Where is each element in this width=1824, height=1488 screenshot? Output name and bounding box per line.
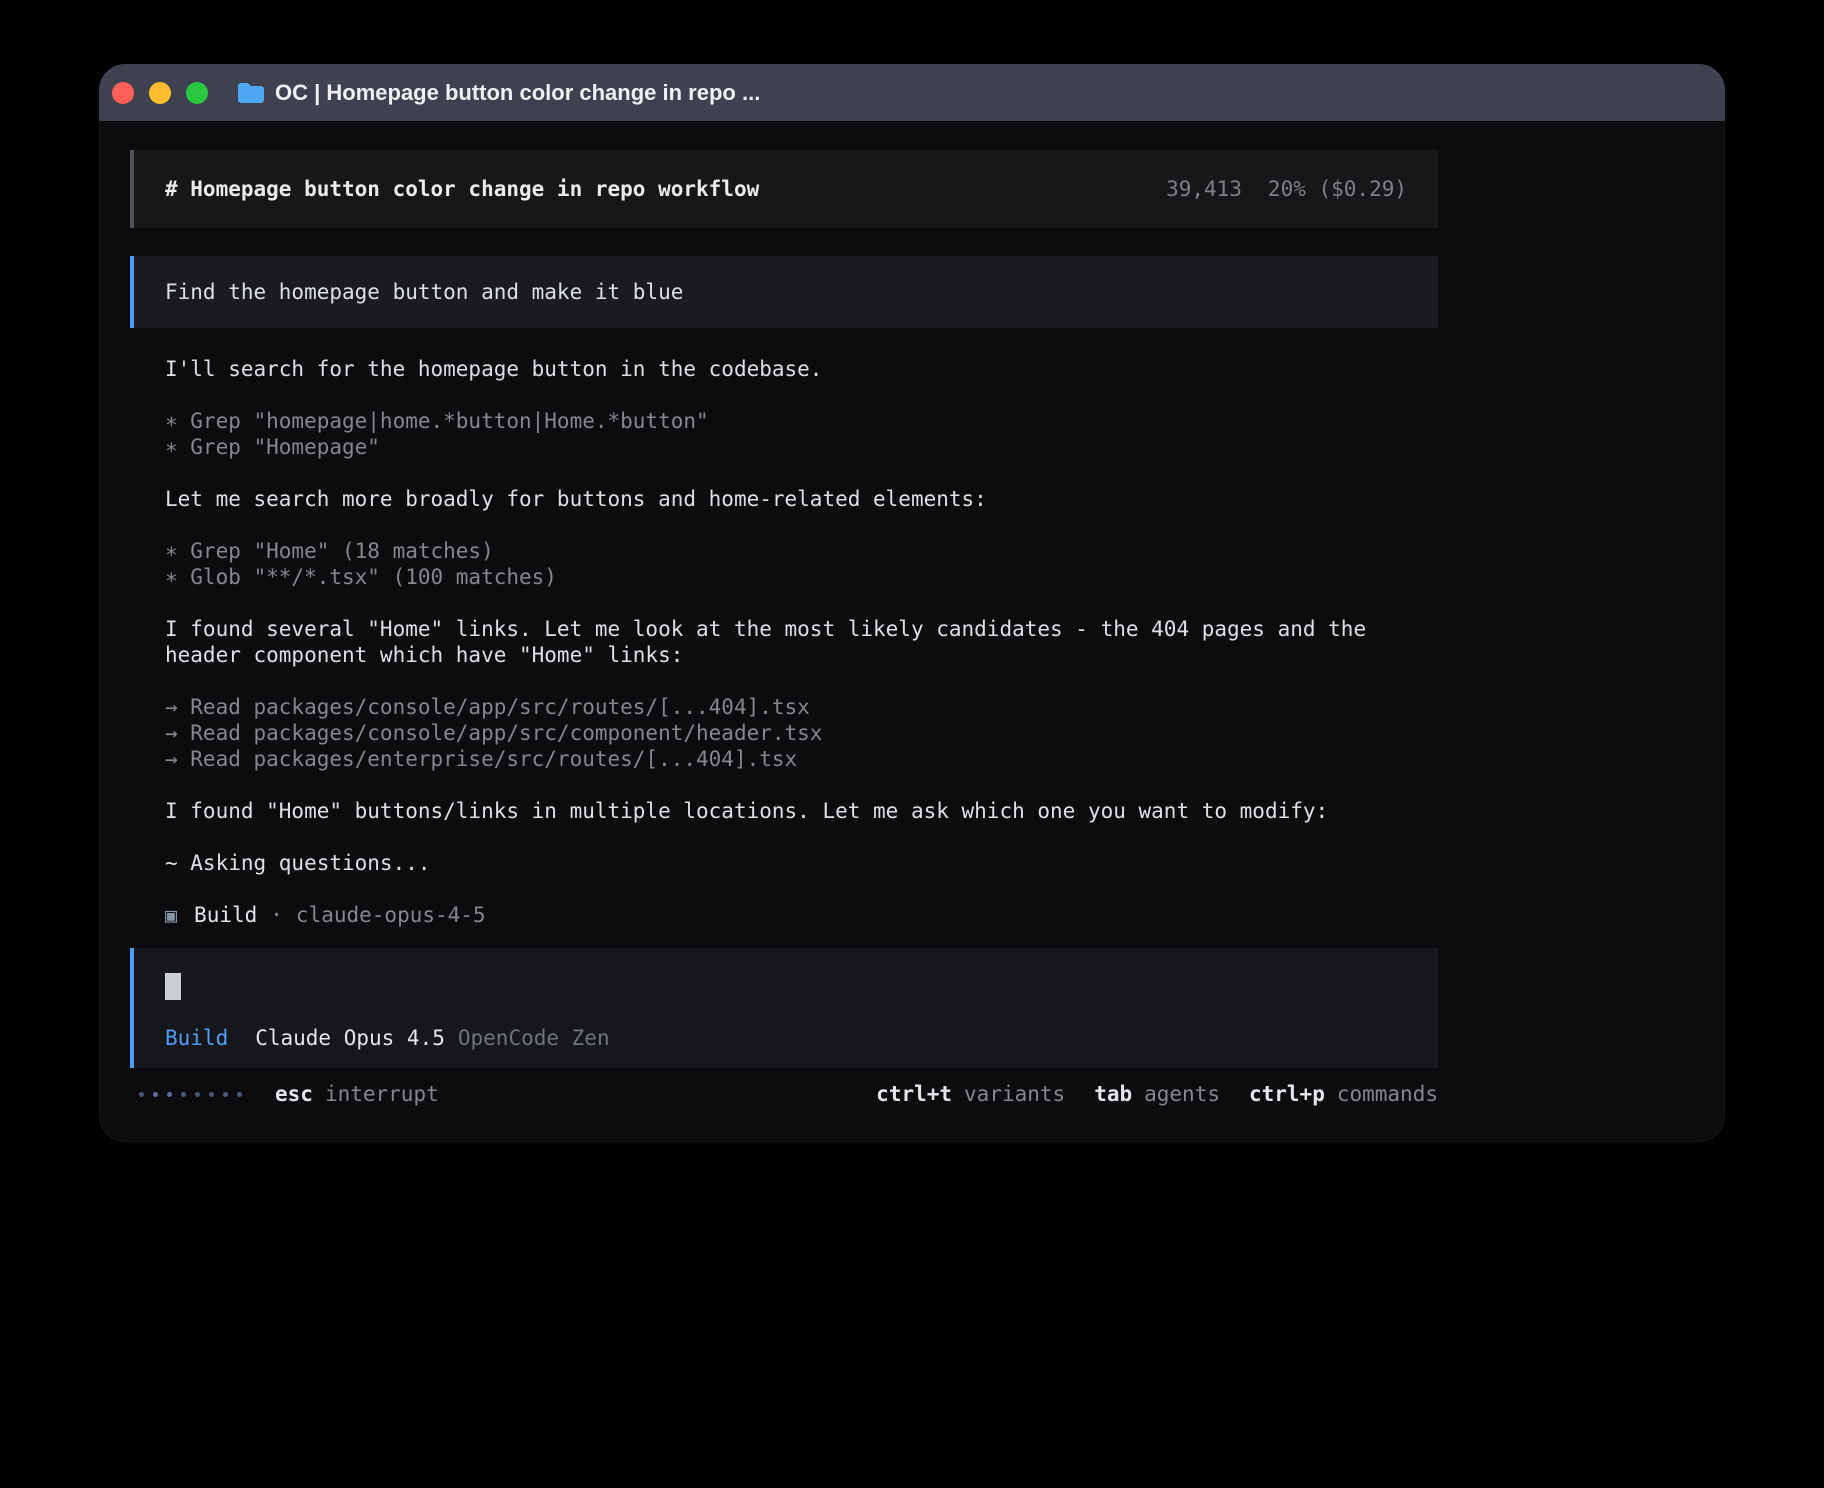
- user-message-text: Find the homepage button and make it blu…: [165, 280, 683, 304]
- read-tool-line: → Read packages/console/app/src/componen…: [165, 720, 1438, 746]
- commands-label: commands: [1337, 1082, 1438, 1106]
- provider-label: OpenCode Zen: [458, 1026, 610, 1050]
- read-tool-line: → Read packages/console/app/src/routes/[…: [165, 694, 1438, 720]
- shortcut-variants: ctrl+t variants: [876, 1082, 1065, 1106]
- interrupt-label: interrupt: [325, 1082, 439, 1106]
- mode-label: Build: [165, 1026, 228, 1050]
- window-title: OC | Homepage button color change in rep…: [275, 80, 760, 106]
- session-title: # Homepage button color change in repo w…: [165, 177, 759, 201]
- grep-tool-line: ∗ Grep "Homepage": [165, 434, 1438, 460]
- spinner-icon: [139, 1092, 242, 1097]
- titlebar[interactable]: OC | Homepage button color change in rep…: [99, 64, 1725, 121]
- traffic-lights: [112, 82, 208, 104]
- close-button[interactable]: [112, 82, 134, 104]
- token-count: 39,413: [1166, 177, 1242, 201]
- user-message-block: Find the homepage button and make it blu…: [130, 256, 1438, 328]
- assistant-paragraph: I found "Home" buttons/links in multiple…: [165, 798, 1438, 824]
- grep-tool-line: ∗ Grep "Home" (18 matches): [165, 538, 1438, 564]
- agent-name: Build: [194, 902, 257, 928]
- window-title-group: OC | Homepage button color change in rep…: [237, 80, 760, 106]
- agent-model: claude-opus-4-5: [296, 902, 486, 928]
- ctrl-t-key: ctrl+t: [876, 1082, 952, 1106]
- agents-label: agents: [1144, 1082, 1220, 1106]
- shortcut-commands: ctrl+p commands: [1249, 1082, 1438, 1106]
- conversation: I'll search for the homepage button in t…: [130, 328, 1438, 928]
- status-line: ~ Asking questions...: [165, 850, 1438, 876]
- prompt-status-line: Build Claude Opus 4.5 OpenCode Zen: [165, 1026, 1407, 1050]
- context-usage: 20% ($0.29): [1268, 177, 1407, 201]
- terminal-window: OC | Homepage button color change in rep…: [99, 64, 1725, 1142]
- glob-tool-line: ∗ Glob "**/*.tsx" (100 matches): [165, 564, 1438, 590]
- agent-info-line: ▣ Build · claude-opus-4-5: [165, 902, 1438, 928]
- agent-separator: ·: [270, 902, 283, 928]
- ctrl-p-key: ctrl+p: [1249, 1082, 1325, 1106]
- status-bar: esc interrupt ctrl+t variants tab agents…: [130, 1082, 1438, 1106]
- status-bar-right: ctrl+t variants tab agents ctrl+p comman…: [876, 1082, 1438, 1106]
- assistant-paragraph: I found several "Home" links. Let me loo…: [165, 616, 1438, 668]
- text-cursor: [165, 973, 181, 1000]
- session-header: # Homepage button color change in repo w…: [130, 150, 1438, 228]
- status-bar-left: esc interrupt: [139, 1082, 439, 1106]
- grep-tool-line: ∗ Grep "homepage|home.*button|Home.*butt…: [165, 408, 1438, 434]
- assistant-paragraph: I'll search for the homepage button in t…: [165, 356, 1438, 382]
- agent-icon: ▣: [165, 902, 177, 928]
- read-tool-line: → Read packages/enterprise/src/routes/[.…: [165, 746, 1438, 772]
- terminal-content: # Homepage button color change in repo w…: [99, 121, 1725, 1106]
- zoom-button[interactable]: [186, 82, 208, 104]
- prompt-input[interactable]: Build Claude Opus 4.5 OpenCode Zen: [130, 948, 1438, 1068]
- esc-key: esc: [275, 1082, 313, 1106]
- tab-key: tab: [1094, 1082, 1132, 1106]
- variants-label: variants: [964, 1082, 1065, 1106]
- minimize-button[interactable]: [149, 82, 171, 104]
- model-label: Claude Opus 4.5: [255, 1026, 445, 1050]
- session-stats: 39,413 20% ($0.29): [1166, 177, 1407, 201]
- assistant-paragraph: Let me search more broadly for buttons a…: [165, 486, 1438, 512]
- shortcut-agents: tab agents: [1094, 1082, 1220, 1106]
- folder-icon: [237, 82, 264, 103]
